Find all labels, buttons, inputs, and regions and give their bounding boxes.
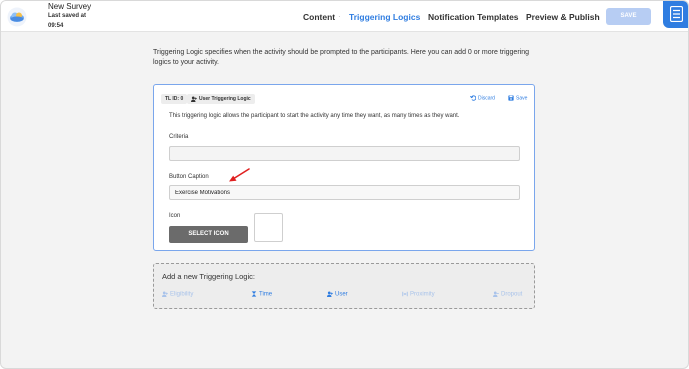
hourglass-icon [251,291,257,297]
discard-label: Discard [478,95,495,102]
add-proximity-label: Proximity [410,291,435,298]
tl-description: This triggering logic allows the partici… [169,113,460,119]
undo-icon [470,95,476,101]
add-eligibility-label: Eligibility [170,291,194,298]
tl-type-badge: User Triggering Logic [187,94,255,104]
button-caption-input[interactable] [169,185,520,200]
app-logo-icon[interactable] [7,7,27,27]
icon-label: Icon [169,213,181,219]
add-proximity-option[interactable]: Proximity [402,291,435,298]
add-dropout-option[interactable]: Dropout [493,291,522,298]
nav-separator: · [418,12,421,21]
tab-triggering-logics[interactable]: Triggering Logics [349,12,420,22]
tab-preview-publish[interactable]: Preview & Publish [526,12,600,22]
document-list-icon [670,6,683,22]
user-icon [191,96,197,102]
add-triggering-logic-panel: Add a new Triggering Logic: Eligibility … [153,263,535,309]
side-panel-toggle-button[interactable] [663,1,688,28]
intro-text: Triggering Logic specifies when the acti… [153,49,530,66]
nav-separator: · [338,12,341,21]
add-time-option[interactable]: Time [251,291,272,298]
proximity-icon [402,291,408,297]
tab-notification-templates[interactable]: Notification Templates [428,12,519,22]
icon-preview-box[interactable] [254,213,283,242]
add-eligibility-option[interactable]: Eligibility [162,291,193,298]
button-caption-label: Button Caption [169,174,209,180]
add-triggering-logic-title: Add a new Triggering Logic: [162,272,255,281]
card-save-label: Save [516,95,528,102]
user-plus-icon [327,291,333,297]
criteria-input[interactable] [169,146,520,161]
tab-content[interactable]: Content [303,12,335,22]
tl-type-label: User Triggering Logic [199,96,251,102]
add-user-option[interactable]: User [327,291,348,298]
nav-separator: · [516,12,519,21]
annotation-arrow [229,168,250,182]
card-save-button[interactable]: Save [508,95,527,101]
last-saved-label: Last saved at [48,13,87,19]
add-user-label: User [335,291,348,298]
app-window: New Survey Last saved at 09:54 Content ·… [0,0,689,369]
discard-button[interactable]: Discard [470,95,495,101]
user-plus-icon [162,291,168,297]
last-saved-time: 09:54 [48,23,64,29]
top-header: New Survey Last saved at 09:54 Content ·… [1,1,688,32]
select-icon-button[interactable]: SELECT ICON [169,226,248,243]
floppy-disk-icon [508,95,514,101]
add-dropout-label: Dropout [501,291,523,298]
criteria-label: Criteria [169,134,189,140]
add-time-label: Time [259,291,273,298]
survey-title[interactable]: New Survey [48,2,91,11]
tl-id-badge: TL ID: 0 [161,94,188,104]
user-minus-icon [493,291,499,297]
triggering-logic-card: TL ID: 0 User Triggering Logic Discard S… [153,84,535,251]
save-button[interactable]: SAVE [606,8,651,25]
